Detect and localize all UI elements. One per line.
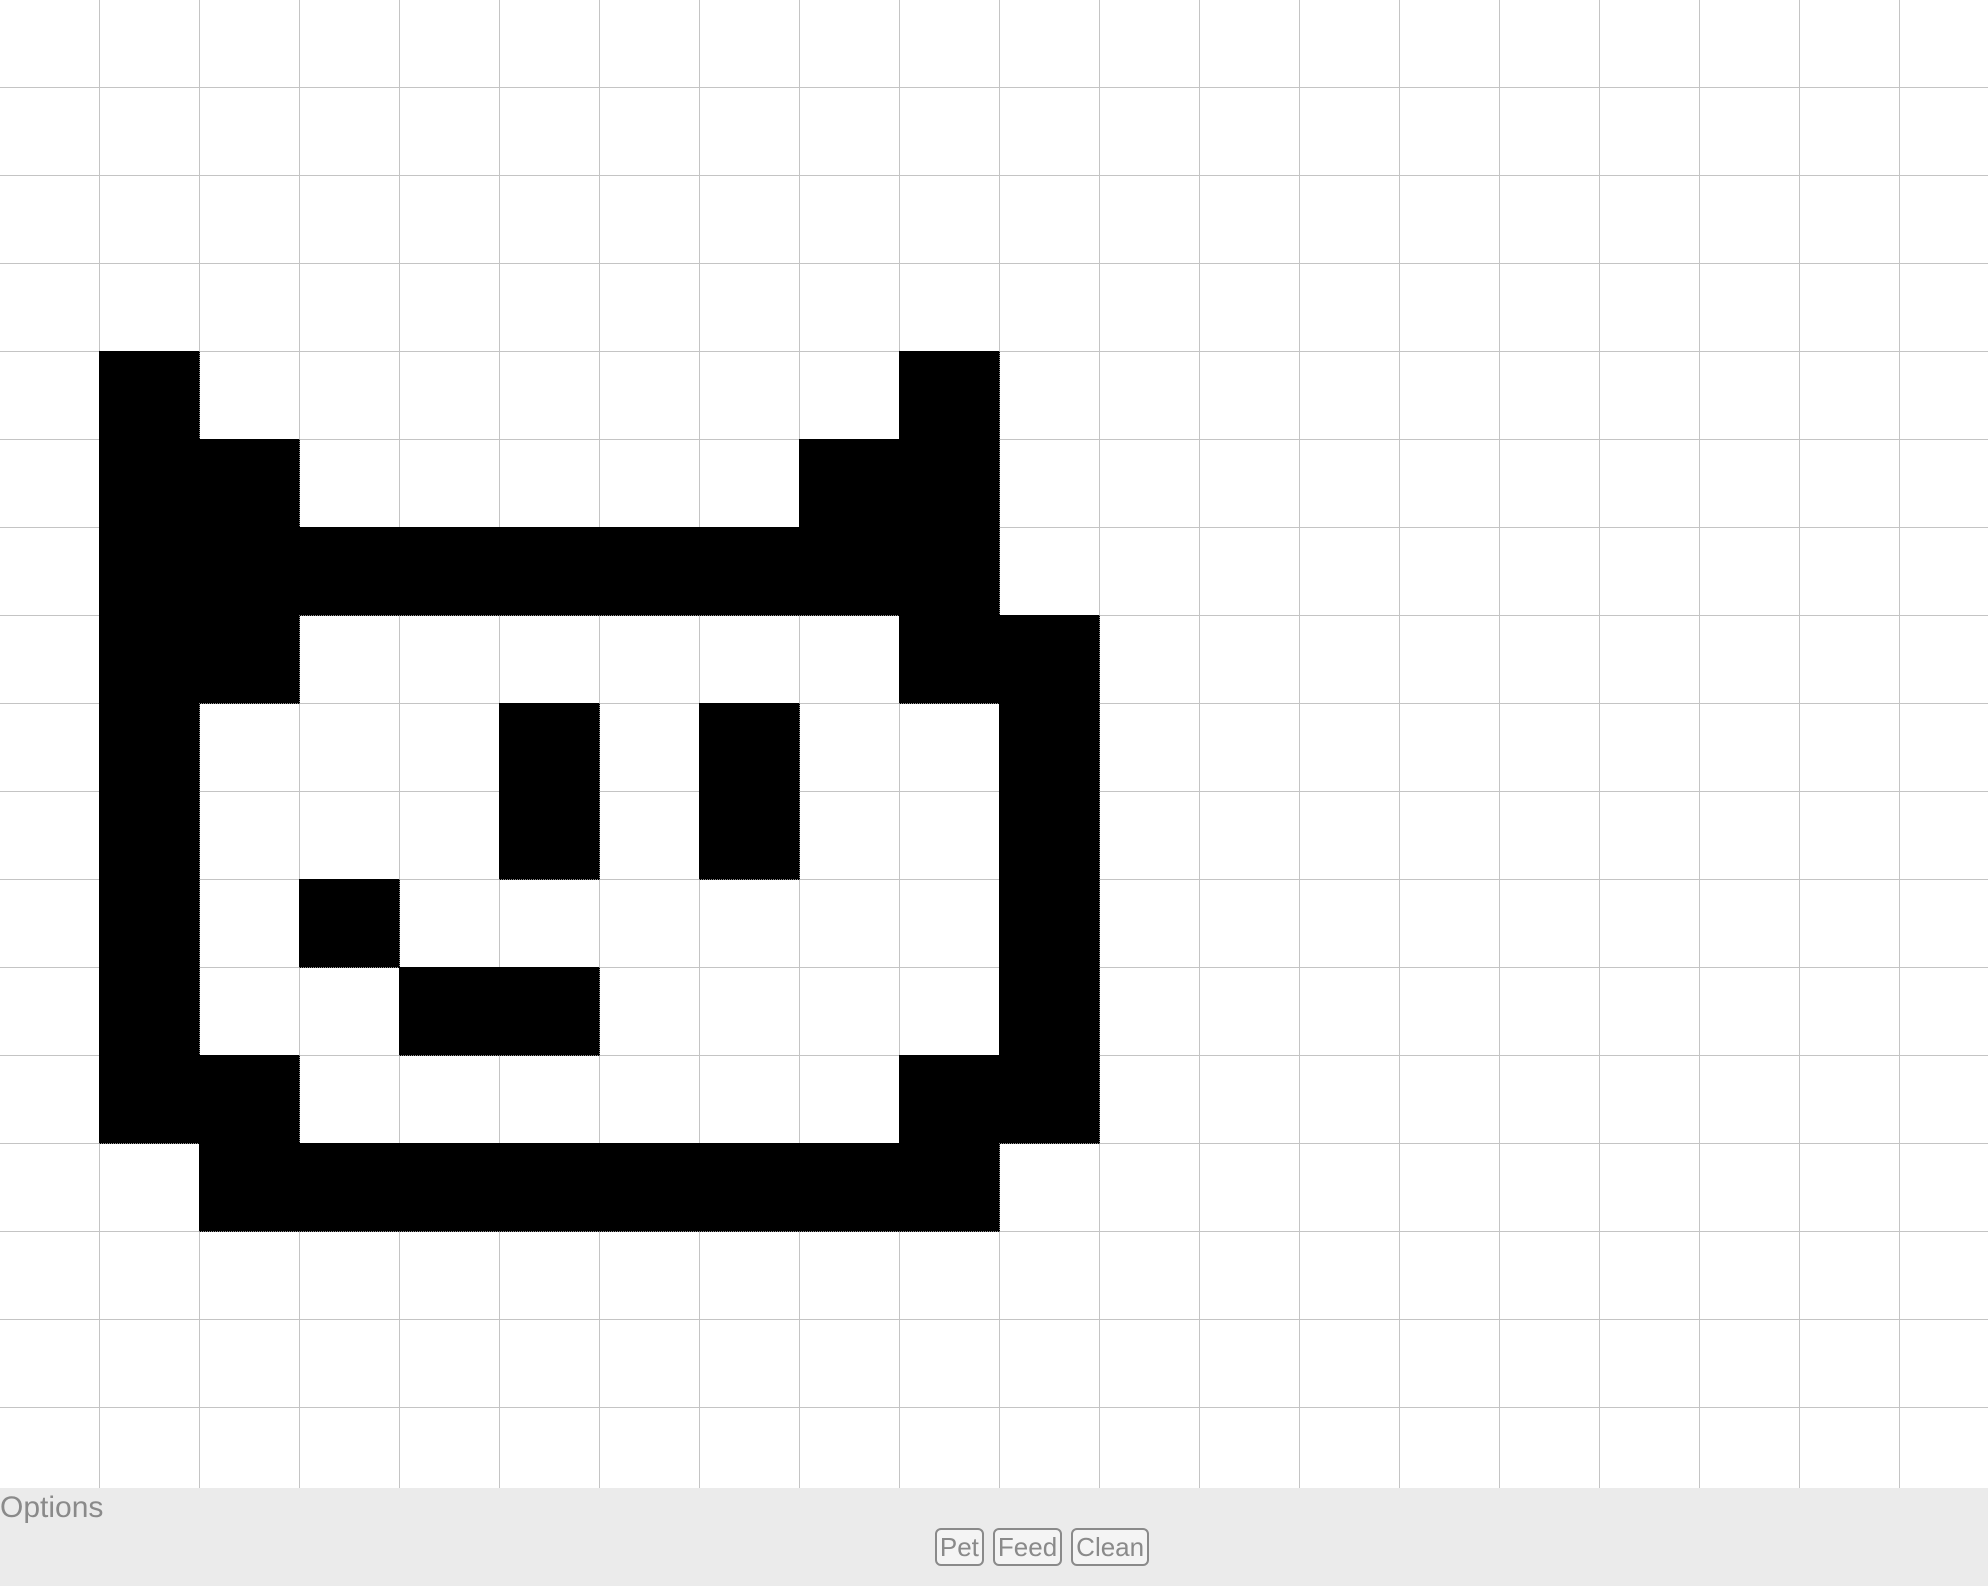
pixel-cell[interactable] xyxy=(799,439,900,528)
pixel-cell[interactable] xyxy=(699,527,800,616)
pixel-cell[interactable] xyxy=(699,1143,800,1232)
pixel-cell[interactable] xyxy=(899,1143,1000,1232)
pixel-cell[interactable] xyxy=(99,967,200,1056)
pixel-cell[interactable] xyxy=(399,967,500,1056)
pixel-cell[interactable] xyxy=(299,879,400,968)
pixel-cell[interactable] xyxy=(699,791,800,880)
pixel-cell[interactable] xyxy=(99,439,200,528)
pixel-cell[interactable] xyxy=(99,1055,200,1144)
pixel-cell[interactable] xyxy=(999,615,1100,704)
options-button-group: Pet Feed Clean xyxy=(0,1528,1988,1568)
pixel-cell[interactable] xyxy=(99,615,200,704)
pixel-cell[interactable] xyxy=(799,527,900,616)
pixel-cell[interactable] xyxy=(199,439,300,528)
pixel-cell[interactable] xyxy=(899,1055,1000,1144)
pixel-cell[interactable] xyxy=(999,791,1100,880)
pixel-cell[interactable] xyxy=(499,791,600,880)
pixel-cell[interactable] xyxy=(499,1143,600,1232)
pixel-cell[interactable] xyxy=(499,703,600,792)
pixel-cell[interactable] xyxy=(699,703,800,792)
pet-button[interactable]: Pet xyxy=(934,1528,984,1566)
pixel-cell[interactable] xyxy=(99,703,200,792)
pixel-cell[interactable] xyxy=(399,1143,500,1232)
pixel-cell[interactable] xyxy=(199,615,300,704)
pixel-cell[interactable] xyxy=(99,351,200,440)
pixel-cell[interactable] xyxy=(599,527,700,616)
feed-button[interactable]: Feed xyxy=(992,1528,1063,1566)
pixel-cell[interactable] xyxy=(899,615,1000,704)
pixel-cell[interactable] xyxy=(199,1055,300,1144)
options-title: Options xyxy=(0,1491,104,1524)
pixel-cell[interactable] xyxy=(199,527,300,616)
pixel-cell[interactable] xyxy=(499,527,600,616)
pixel-cell[interactable] xyxy=(99,791,200,880)
pixel-cell[interactable] xyxy=(299,1143,400,1232)
pixel-cell[interactable] xyxy=(99,879,200,968)
pixel-cell[interactable] xyxy=(999,1055,1100,1144)
pixel-cell[interactable] xyxy=(999,879,1100,968)
pixel-canvas[interactable] xyxy=(0,0,1988,1488)
pixel-cell[interactable] xyxy=(99,527,200,616)
pixel-cell[interactable] xyxy=(899,527,1000,616)
clean-button[interactable]: Clean xyxy=(1071,1528,1150,1566)
pixel-cell[interactable] xyxy=(299,527,400,616)
pixel-cell[interactable] xyxy=(899,439,1000,528)
pixel-cell[interactable] xyxy=(599,1143,700,1232)
pixel-cell[interactable] xyxy=(899,351,1000,440)
pixel-cell[interactable] xyxy=(399,527,500,616)
pixel-cell[interactable] xyxy=(999,703,1100,792)
pixel-cell[interactable] xyxy=(999,967,1100,1056)
pixel-cell[interactable] xyxy=(499,967,600,1056)
pixel-cell[interactable] xyxy=(199,1143,300,1232)
pixel-cell[interactable] xyxy=(799,1143,900,1232)
